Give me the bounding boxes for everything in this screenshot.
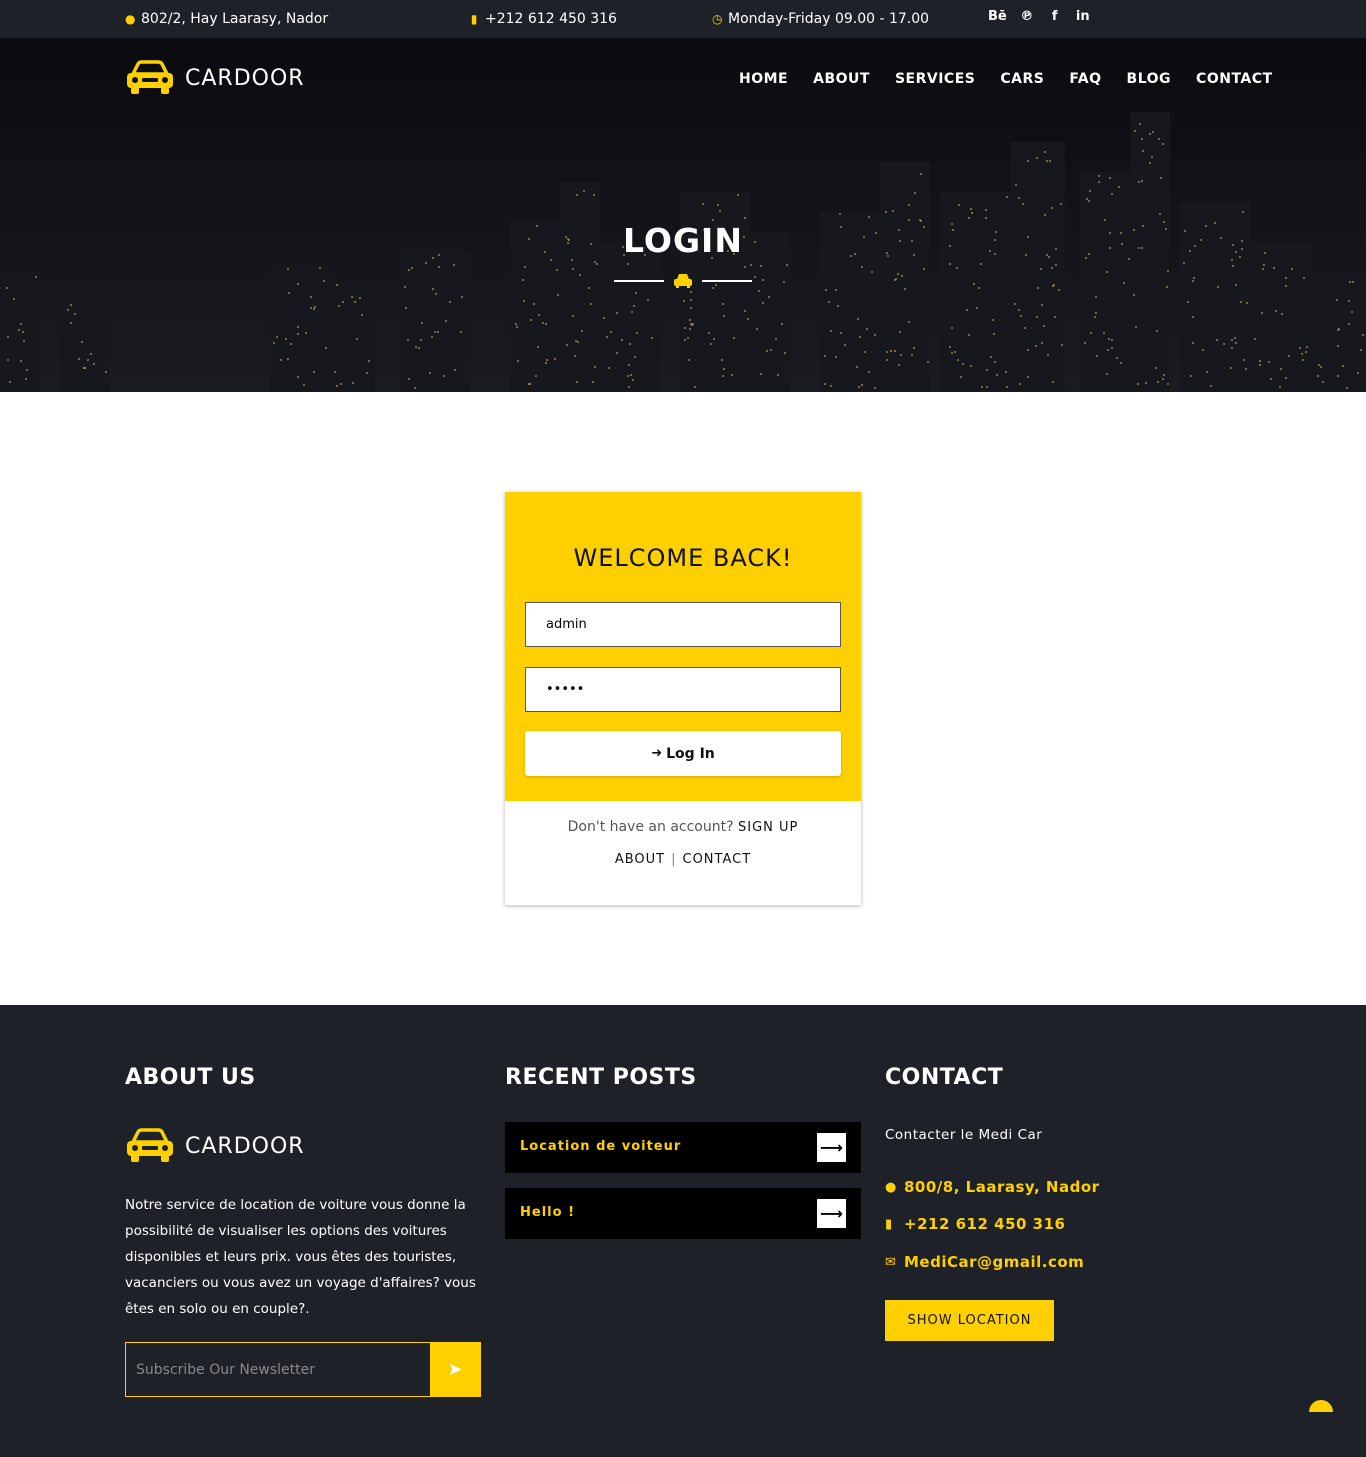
nav-about[interactable]: ABOUT <box>813 71 870 87</box>
arrow-right-icon[interactable]: ⟶ <box>817 1133 846 1162</box>
nav-cars[interactable]: CARS <box>1000 71 1044 87</box>
sign-in-icon: ➜ <box>651 746 663 761</box>
link-separator: | <box>671 852 677 867</box>
site-footer: ABOUT US CARDOOR Notre service de locati… <box>0 1005 1366 1457</box>
newsletter-input[interactable] <box>126 1343 431 1396</box>
send-button[interactable]: ➤ <box>430 1343 480 1396</box>
contact-email-text[interactable]: MediCar@gmail.com <box>904 1253 1084 1271</box>
map-pin-icon: ● <box>125 12 136 26</box>
footer-brand-name: CARDOOR <box>185 1133 305 1159</box>
contact-link[interactable]: CONTACT <box>683 852 752 867</box>
scroll-to-top-button[interactable] <box>1309 1400 1333 1412</box>
topbar-address: ● 802/2, Hay Laarasy, Nador <box>125 11 328 27</box>
topbar-phone: ▮ +212 612 450 316 <box>469 11 617 27</box>
topbar-phone-text: +212 612 450 316 <box>485 11 617 27</box>
facebook-icon[interactable]: f <box>1047 9 1063 24</box>
car-logo-icon <box>127 60 173 94</box>
pinterest-icon[interactable]: ℗ <box>1019 9 1035 24</box>
footer-logo[interactable]: CARDOOR <box>125 1128 305 1164</box>
signup-prompt: Don't have an account? <box>567 819 734 835</box>
about-heading: ABOUT US <box>125 1065 256 1090</box>
login-heading: WELCOME BACK! <box>573 544 793 572</box>
main-nav: HOME ABOUT SERVICES CARS FAQ BLOG CONTAC… <box>739 71 1273 87</box>
login-form-panel: WELCOME BACK! ➜ Log In <box>505 492 861 801</box>
topbar-hours-text: Monday-Friday 09.00 - 17.00 <box>728 11 930 27</box>
contact-phone-text: +212 612 450 316 <box>904 1215 1066 1233</box>
password-input[interactable] <box>525 667 841 712</box>
contact-heading: CONTACT <box>885 1065 1004 1090</box>
posts-heading: RECENT POSTS <box>505 1065 697 1090</box>
arrow-right-icon[interactable]: ⟶ <box>817 1199 846 1228</box>
about-link[interactable]: ABOUT <box>615 852 665 867</box>
car-icon <box>674 274 692 288</box>
social-links: Bē ℗ f in <box>988 9 1091 24</box>
nav-contact[interactable]: CONTACT <box>1196 71 1273 87</box>
show-location-button[interactable]: SHOW LOCATION <box>885 1300 1054 1341</box>
topbar-address-text: 802/2, Hay Laarasy, Nador <box>141 11 329 27</box>
paper-plane-icon: ➤ <box>447 1359 463 1380</box>
card-links: ABOUT | CONTACT <box>505 852 861 867</box>
mobile-phone-icon: ▮ <box>470 12 478 26</box>
contact-address-text: 800/8, Laarasy, Nador <box>904 1178 1100 1196</box>
newsletter-form: ➤ <box>125 1342 481 1397</box>
nav-faq[interactable]: FAQ <box>1069 71 1101 87</box>
map-pin-icon: ● <box>885 1179 897 1195</box>
username-input[interactable] <box>525 602 841 647</box>
hero-banner: CARDOOR HOME ABOUT SERVICES CARS FAQ BLO… <box>0 38 1366 392</box>
linkedin-icon[interactable]: in <box>1075 9 1091 24</box>
login-card: WELCOME BACK! ➜ Log In Don't have an acc… <box>505 492 861 905</box>
envelope-icon: ✉ <box>885 1254 897 1270</box>
login-button[interactable]: ➜ Log In <box>525 731 841 776</box>
title-divider <box>614 271 752 291</box>
behance-icon[interactable]: Bē <box>988 9 1007 24</box>
post-item[interactable]: Location de voiteur ⟶ <box>505 1122 861 1173</box>
top-bar: ● 802/2, Hay Laarasy, Nador ▮ +212 612 4… <box>0 0 1366 38</box>
post-title: Location de voiteur <box>520 1139 682 1154</box>
nav-home[interactable]: HOME <box>739 71 788 87</box>
nav-services[interactable]: SERVICES <box>895 71 975 87</box>
clock-icon: ◷ <box>712 12 723 26</box>
contact-email: ✉ MediCar@gmail.com <box>885 1253 1084 1271</box>
car-logo-icon <box>127 1128 173 1162</box>
post-title: Hello ! <box>520 1205 575 1220</box>
brand-name: CARDOOR <box>185 65 305 91</box>
header-logo[interactable]: CARDOOR <box>125 60 305 96</box>
signup-row: Don't have an account? SIGN UP <box>505 819 861 835</box>
post-item[interactable]: Hello ! ⟶ <box>505 1188 861 1239</box>
signup-link[interactable]: SIGN UP <box>738 820 798 835</box>
mobile-phone-icon: ▮ <box>885 1216 893 1232</box>
nav-blog[interactable]: BLOG <box>1127 71 1172 87</box>
topbar-hours: ◷ Monday-Friday 09.00 - 17.00 <box>712 11 929 27</box>
login-button-label: Log In <box>666 745 715 762</box>
contact-address: ● 800/8, Laarasy, Nador <box>885 1178 1100 1196</box>
contact-phone: ▮ +212 612 450 316 <box>885 1215 1065 1233</box>
contact-intro: Contacter le Medi Car <box>885 1127 1043 1143</box>
page-title: LOGIN <box>623 221 743 260</box>
about-text: Notre service de location de voiture vou… <box>125 1197 476 1317</box>
